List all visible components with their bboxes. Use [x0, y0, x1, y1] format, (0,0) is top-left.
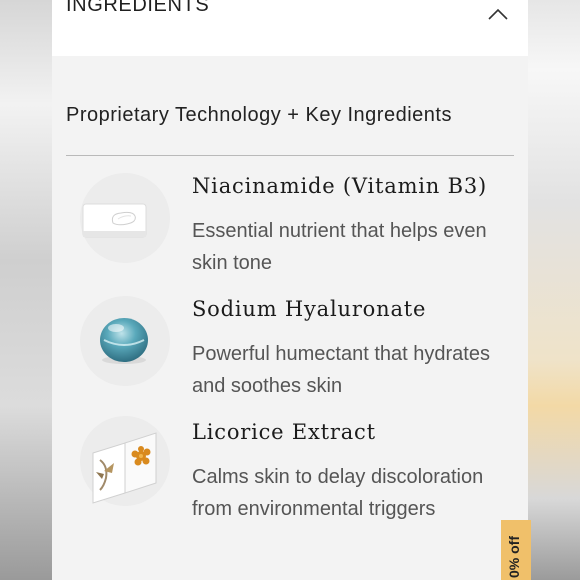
ingredient-description: Powerful humectant that hydrates and soo…	[192, 343, 490, 397]
promo-discount-tab[interactable]: 0% off	[501, 520, 531, 580]
chevron-up-icon	[488, 8, 508, 20]
water-droplet-icon	[100, 318, 148, 364]
botanical-cards-icon	[92, 432, 157, 504]
background-photo-left	[0, 0, 52, 580]
ingredients-panel: INGREDIENTS Proprietary Technology + Key…	[52, 0, 528, 580]
accordion-title: INGREDIENTS	[66, 0, 210, 16]
cream-swatch-icon	[82, 203, 147, 238]
promo-label: 0% off	[506, 536, 522, 578]
section-divider	[66, 155, 514, 156]
ingredient-thumbnail	[80, 173, 170, 263]
section-heading: Proprietary Technology + Key Ingredients	[66, 104, 452, 126]
ingredients-accordion-header[interactable]: INGREDIENTS	[52, 0, 528, 56]
ingredient-name: Licorice Extract	[192, 420, 376, 444]
ingredient-thumbnail	[80, 416, 170, 506]
ingredient-description: Essential nutrient that helps even skin …	[192, 220, 487, 274]
ingredient-thumbnail	[80, 296, 170, 386]
ingredient-name: Niacinamide (Vitamin B3)	[192, 174, 487, 198]
ingredient-name: Sodium Hyaluronate	[192, 297, 427, 321]
background-photo-right	[528, 0, 580, 580]
ingredient-description: Calms skin to delay discoloration from e…	[192, 466, 484, 520]
collapse-button[interactable]	[486, 4, 510, 24]
